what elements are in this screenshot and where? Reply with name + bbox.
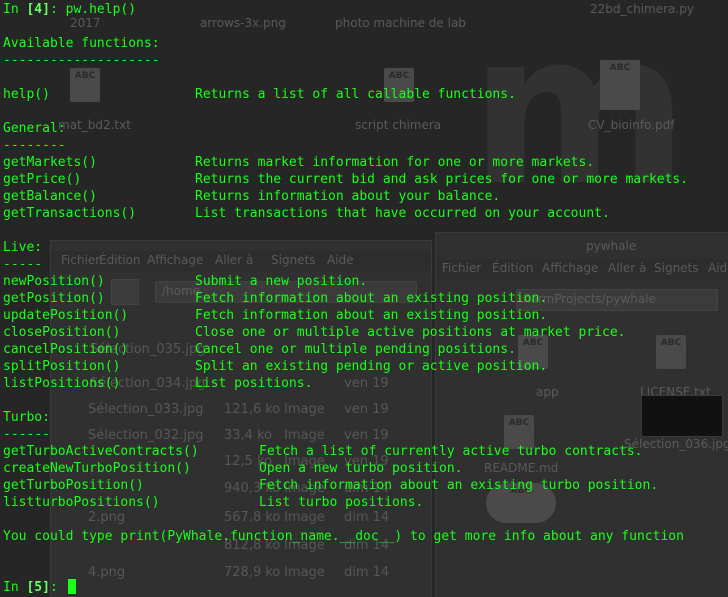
function-description: Returns market information for one or mo… <box>195 155 595 170</box>
command-text: pw.help() <box>65 2 137 17</box>
function-description: Close one or multiple active positions a… <box>195 325 626 340</box>
section-title: Turbo: <box>3 410 50 425</box>
function-name: createNewTurboPosition() <box>3 461 191 476</box>
function-name: getTurboActiveContracts() <box>3 444 199 459</box>
function-row: getPosition() Fetch information about an … <box>3 290 728 307</box>
function-name: listturboPositions() <box>3 495 160 510</box>
function-name: getPrice() <box>3 172 82 187</box>
function-row: updatePosition() Fetch information about … <box>3 307 728 324</box>
function-row: help() Returns a list of all callable fun… <box>3 86 728 103</box>
function-row: getTurboActiveContracts() Fetch a list of… <box>3 443 728 460</box>
header: Available functions: <box>3 36 160 51</box>
function-name: getMarkets() <box>3 155 97 170</box>
function-description: Returns the current bid and ask prices f… <box>195 172 689 187</box>
terminal-output[interactable]: In [4]: pw.help() Available functions: -… <box>0 0 728 597</box>
input-line: In [4]: pw.help() <box>3 2 137 17</box>
divider: ----- <box>3 257 43 272</box>
input-line[interactable]: In [5]: <box>3 579 728 596</box>
function-name: help() <box>3 87 50 102</box>
function-description: Fetch information about an existing posi… <box>195 308 548 323</box>
divider: -------- <box>3 138 66 153</box>
function-row: newPosition() Submit a new position. <box>3 273 728 290</box>
function-description: Submit a new position. <box>195 274 368 289</box>
function-name: getPosition() <box>3 291 105 306</box>
function-sections: General: -------- getMarkets() Returns mark… <box>3 120 728 528</box>
function-description: Fetch a list of currently active turbo c… <box>259 444 643 459</box>
function-description: List positions. <box>195 376 313 391</box>
prompt-label: In <box>3 2 19 17</box>
function-row: getPrice() Returns the current bid and as… <box>3 171 728 188</box>
function-name: cancelPosition() <box>3 342 129 357</box>
function-row: listturboPositions() List turbo positions… <box>3 494 728 511</box>
divider: ------ <box>3 427 50 442</box>
function-description: List transactions that have occurred on … <box>195 206 610 221</box>
function-row: getBalance() Returns information about yo… <box>3 188 728 205</box>
function-name: updatePosition() <box>3 308 129 323</box>
function-row: createNewTurboPosition() Open a new turbo… <box>3 460 728 477</box>
function-description: Returns information about your balance. <box>195 189 501 204</box>
function-row: splitPosition() Split an existing pending… <box>3 358 728 375</box>
function-description: Open a new turbo position. <box>259 461 463 476</box>
divider: -------------------- <box>3 53 160 68</box>
function-name: splitPosition() <box>3 359 121 374</box>
function-row: cancelPosition() Cancel one or multiple p… <box>3 341 728 358</box>
function-row: listPositions() List positions. <box>3 375 728 392</box>
function-name: closePosition() <box>3 325 121 340</box>
function-description: Cancel one or multiple pending positions… <box>195 342 516 357</box>
prompt-label: In <box>3 580 19 595</box>
function-row: closePosition() Close one or multiple act… <box>3 324 728 341</box>
text-cursor <box>67 579 76 594</box>
function-name: getTurboPosition() <box>3 478 144 493</box>
function-name: newPosition() <box>3 274 105 289</box>
section-title: General: <box>3 121 66 136</box>
function-row: getMarkets() Returns market information f… <box>3 154 728 171</box>
function-description: Fetch information about an existing turb… <box>259 478 659 493</box>
function-description: Returns a list of all callable functions… <box>195 87 516 102</box>
footer-hint: You could type print(PyWhale.function_na… <box>3 529 684 544</box>
function-name: getBalance() <box>3 189 97 204</box>
function-row: getTurboPosition() Fetch information abou… <box>3 477 728 494</box>
prompt-number: [5] <box>26 580 50 595</box>
function-name: getTransactions() <box>3 206 137 221</box>
function-name: listPositions() <box>3 376 121 391</box>
function-description: List turbo positions. <box>259 495 424 510</box>
function-description: Split an existing pending or active posi… <box>195 359 548 374</box>
section-title: Live: <box>3 240 43 255</box>
prompt-number: [4] <box>26 2 50 17</box>
function-description: Fetch information about an existing posi… <box>195 291 548 306</box>
function-row: getTransactions() List transactions that … <box>3 205 728 222</box>
